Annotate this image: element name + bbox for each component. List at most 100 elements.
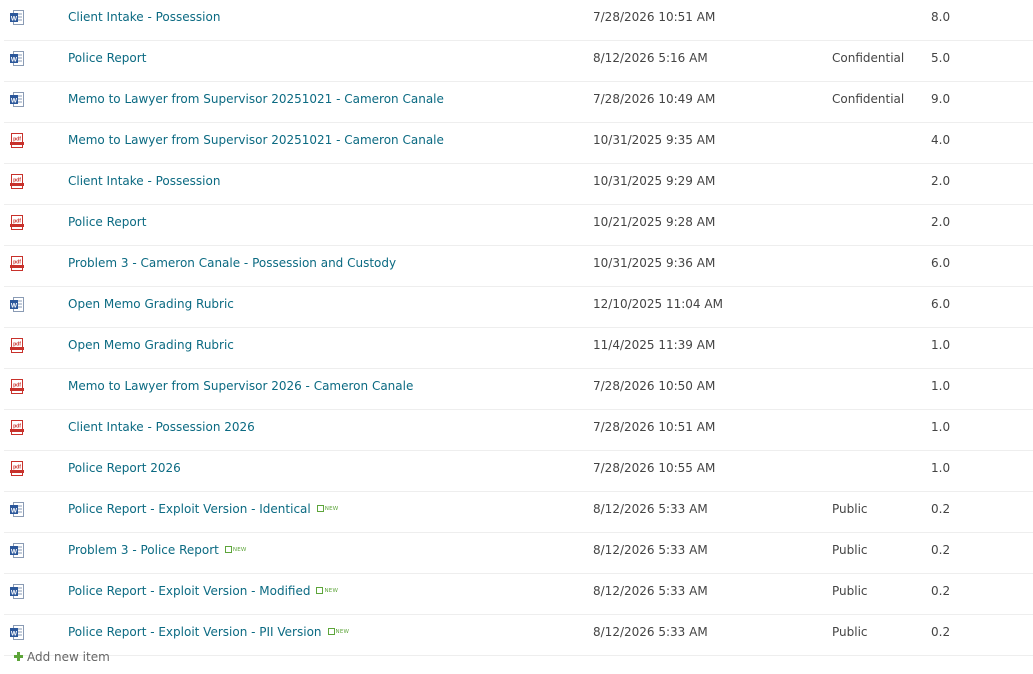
document-row[interactable]: W Police Report - Exploit Version - Ident…	[0, 492, 1033, 533]
document-title-link[interactable]: Police Report 2026	[68, 461, 181, 475]
document-row[interactable]: pdf Open Memo Grading Rubric 11/4/2025 11:…	[0, 328, 1033, 369]
svg-text:W: W	[11, 630, 18, 637]
version-number: 4.0	[931, 133, 951, 147]
document-row[interactable]: W Open Memo Grading Rubric 12/10/2025 11:0…	[0, 287, 1033, 328]
svg-text:pdf: pdf	[13, 342, 21, 348]
version-number: 0.2	[931, 625, 951, 639]
version-number: 0.2	[931, 502, 951, 516]
version-number: 9.0	[931, 92, 951, 106]
document-title-link[interactable]: Client Intake - Possession	[68, 174, 220, 188]
modified-date: 8/12/2026 5:16 AM	[593, 51, 708, 65]
modified-date: 7/28/2026 10:49 AM	[593, 92, 716, 106]
document-title-link[interactable]: Client Intake - Possession	[68, 10, 220, 24]
document-title-link[interactable]: Police Report - Exploit Version - Identi…	[68, 502, 338, 516]
svg-text:pdf: pdf	[13, 219, 21, 225]
sensitivity-label: Confidential	[832, 92, 905, 106]
modified-date: 8/12/2026 5:33 AM	[593, 584, 708, 598]
modified-date: 8/12/2026 5:33 AM	[593, 625, 708, 639]
document-row[interactable]: pdf Memo to Lawyer from Supervisor 2026 -…	[0, 369, 1033, 410]
modified-date: 10/31/2025 9:29 AM	[593, 174, 716, 188]
version-number: 6.0	[931, 256, 951, 270]
document-title-link[interactable]: Client Intake - Possession 2026	[68, 420, 255, 434]
document-title-link[interactable]: Memo to Lawyer from Supervisor 2026 - Ca…	[68, 379, 413, 393]
version-number: 1.0	[931, 461, 951, 475]
version-number: 0.2	[931, 543, 951, 557]
version-number: 0.2	[931, 584, 951, 598]
pdf-file-icon: pdf	[10, 461, 24, 476]
svg-text:pdf: pdf	[13, 383, 21, 389]
svg-text:pdf: pdf	[13, 178, 21, 184]
document-row[interactable]: pdf Problem 3 - Cameron Canale - Possessi…	[0, 246, 1033, 287]
version-number: 1.0	[931, 338, 951, 352]
document-row[interactable]: W Police Report - Exploit Version - PII V…	[0, 615, 1033, 656]
new-badge-text: NEW	[335, 629, 350, 635]
document-title-link[interactable]: Problem 3 - Police Report NEW	[68, 543, 247, 557]
svg-text:pdf: pdf	[13, 260, 21, 266]
document-title-link[interactable]: Memo to Lawyer from Supervisor 20251021 …	[68, 133, 444, 147]
sensitivity-label: Public	[832, 625, 868, 639]
modified-date: 7/28/2026 10:55 AM	[593, 461, 716, 475]
word-document-icon: W	[10, 625, 24, 640]
pdf-file-icon: pdf	[10, 420, 24, 435]
version-number: 2.0	[931, 215, 951, 229]
pdf-file-icon: pdf	[10, 215, 24, 230]
document-title-link[interactable]: Police Report	[68, 215, 146, 229]
modified-date: 10/31/2025 9:36 AM	[593, 256, 716, 270]
document-row[interactable]: pdf Client Intake - Possession 10/31/2025 …	[0, 164, 1033, 205]
row-divider	[4, 655, 1033, 656]
document-title-link[interactable]: Memo to Lawyer from Supervisor 20251021 …	[68, 92, 444, 106]
version-number: 5.0	[931, 51, 951, 65]
word-document-icon: W	[10, 543, 24, 558]
svg-text:pdf: pdf	[13, 137, 21, 143]
add-new-item-label: Add new item	[27, 650, 110, 664]
document-row[interactable]: W Police Report - Exploit Version - Modif…	[0, 574, 1033, 615]
svg-text:W: W	[11, 56, 18, 63]
new-badge-text: NEW	[324, 588, 339, 594]
add-new-item-link[interactable]: Add new item	[14, 650, 110, 664]
document-row[interactable]: pdf Memo to Lawyer from Supervisor 202510…	[0, 123, 1033, 164]
modified-date: 11/4/2025 11:39 AM	[593, 338, 716, 352]
document-title-link[interactable]: Police Report - Exploit Version - Modifi…	[68, 584, 338, 598]
modified-date: 10/21/2025 9:28 AM	[593, 215, 716, 229]
pdf-file-icon: pdf	[10, 133, 24, 148]
word-document-icon: W	[10, 51, 24, 66]
document-list: W Client Intake - Possession 7/28/2026 10:…	[0, 0, 1033, 656]
sensitivity-label: Confidential	[832, 51, 905, 65]
document-row[interactable]: W Problem 3 - Police Report NEW 8/12/2026 5…	[0, 533, 1033, 574]
document-row[interactable]: pdf Police Report 10/21/2025 9:28 AM 2.0	[0, 205, 1033, 246]
document-title-link[interactable]: Open Memo Grading Rubric	[68, 297, 234, 311]
new-badge-icon	[327, 628, 335, 635]
svg-text:W: W	[11, 548, 18, 555]
version-number: 2.0	[931, 174, 951, 188]
new-badge-text: NEW	[324, 506, 339, 512]
pdf-file-icon: pdf	[10, 256, 24, 271]
modified-date: 12/10/2025 11:04 AM	[593, 297, 723, 311]
word-document-icon: W	[10, 584, 24, 599]
document-row[interactable]: pdf Client Intake - Possession 2026 7/28/2…	[0, 410, 1033, 451]
document-row[interactable]: W Memo to Lawyer from Supervisor 20251021…	[0, 82, 1033, 123]
new-badge-icon	[316, 587, 324, 594]
sensitivity-label: Public	[832, 584, 868, 598]
document-title-link[interactable]: Police Report - Exploit Version - PII Ve…	[68, 625, 349, 639]
svg-text:W: W	[11, 15, 18, 22]
modified-date: 7/28/2026 10:51 AM	[593, 10, 716, 24]
svg-text:W: W	[11, 507, 18, 514]
modified-date: 7/28/2026 10:51 AM	[593, 420, 716, 434]
word-document-icon: W	[10, 10, 24, 25]
document-row[interactable]: W Client Intake - Possession 7/28/2026 10:…	[0, 0, 1033, 41]
document-title-link[interactable]: Open Memo Grading Rubric	[68, 338, 234, 352]
sensitivity-label: Public	[832, 543, 868, 557]
version-number: 1.0	[931, 420, 951, 434]
modified-date: 8/12/2026 5:33 AM	[593, 502, 708, 516]
svg-text:W: W	[11, 302, 18, 309]
document-row[interactable]: W Police Report 8/12/2026 5:16 AM Confident…	[0, 41, 1033, 82]
new-badge: NEW	[316, 587, 338, 594]
new-badge: NEW	[316, 505, 339, 512]
modified-date: 7/28/2026 10:50 AM	[593, 379, 716, 393]
document-title-link[interactable]: Police Report	[68, 51, 146, 65]
document-title-link[interactable]: Problem 3 - Cameron Canale - Possession …	[68, 256, 396, 270]
document-row[interactable]: pdf Police Report 2026 7/28/2026 10:55 AM 1…	[0, 451, 1033, 492]
word-document-icon: W	[10, 502, 24, 517]
pdf-file-icon: pdf	[10, 379, 24, 394]
version-number: 1.0	[931, 379, 951, 393]
